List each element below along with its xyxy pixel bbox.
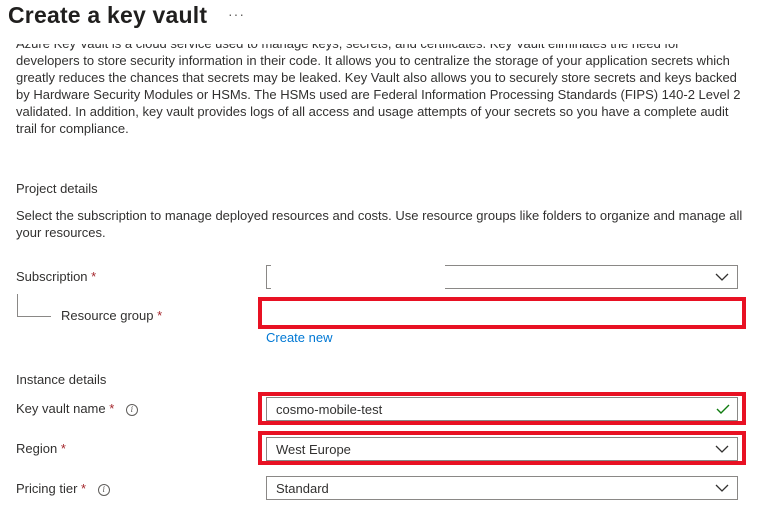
info-icon[interactable]: i — [125, 404, 138, 416]
project-details-heading: Project details — [16, 181, 98, 196]
region-dropdown[interactable]: West Europe — [266, 437, 738, 461]
subscription-label-text: Subscription — [16, 269, 88, 284]
intro-description: Azure Key Vault is a cloud service used … — [16, 44, 741, 136]
pricing-tier-label: Pricing tier * i — [16, 480, 110, 498]
resource-group-label: Resource group * — [61, 307, 162, 325]
pricing-tier-label-text: Pricing tier — [16, 481, 78, 496]
region-label: Region * — [16, 440, 66, 458]
chevron-down-icon — [715, 445, 729, 453]
pricing-tier-dropdown[interactable]: Standard — [266, 476, 738, 500]
key-vault-name-input[interactable]: cosmo-mobile-test — [266, 397, 738, 421]
resource-group-dropdown[interactable] — [262, 301, 742, 325]
resource-group-label-text: Resource group — [61, 308, 154, 323]
chevron-down-icon — [715, 484, 729, 492]
key-vault-name-value: cosmo-mobile-test — [276, 402, 383, 417]
region-value: West Europe — [276, 442, 351, 457]
subscription-label: Subscription * — [16, 268, 96, 286]
region-label-text: Region — [16, 441, 58, 456]
project-details-description: Select the subscription to manage deploy… — [16, 208, 743, 240]
page-title: Create a key vault — [8, 2, 208, 28]
required-asterisk: * — [81, 481, 87, 496]
required-asterisk: * — [109, 401, 115, 416]
checkmark-icon — [716, 404, 730, 414]
required-asterisk: * — [157, 308, 163, 323]
pricing-tier-value: Standard — [276, 481, 329, 496]
create-new-link[interactable]: Create new — [266, 330, 332, 345]
subscription-field-mask — [271, 265, 445, 289]
key-vault-name-label-text: Key vault name — [16, 401, 106, 416]
subscription-dropdown[interactable] — [266, 265, 738, 289]
intro-container: Azure Key Vault is a cloud service used … — [0, 44, 759, 144]
required-asterisk: * — [91, 269, 97, 284]
key-vault-name-label: Key vault name * i — [16, 400, 138, 418]
required-asterisk: * — [60, 441, 66, 456]
tree-connector-horizontal — [17, 316, 51, 317]
more-options-icon[interactable]: ··· — [228, 2, 245, 26]
info-icon[interactable]: i — [97, 484, 110, 496]
instance-details-heading: Instance details — [16, 372, 107, 387]
chevron-down-icon — [715, 273, 729, 281]
tree-connector-vertical — [17, 294, 18, 316]
